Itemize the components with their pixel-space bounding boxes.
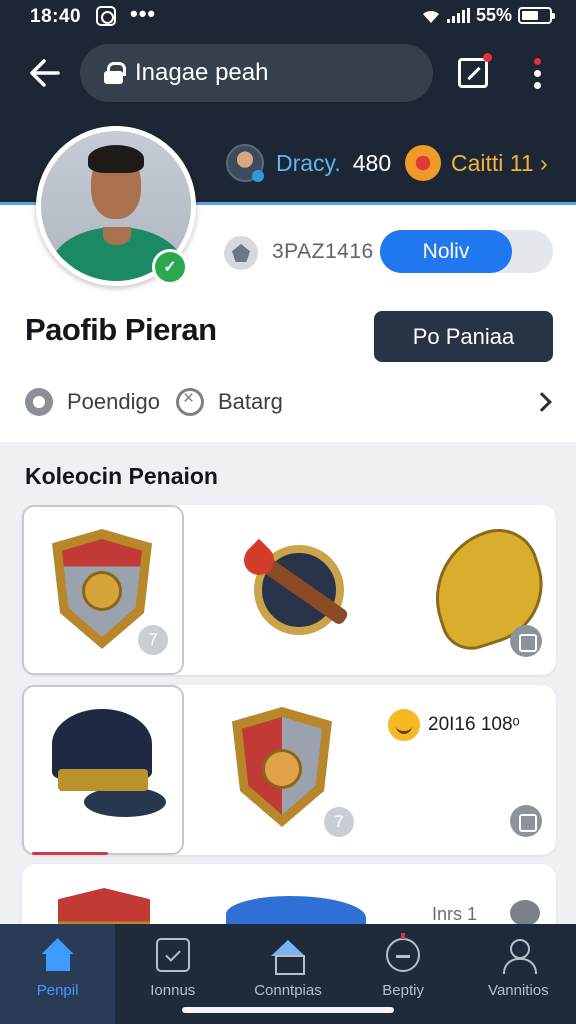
collection-item-crest[interactable]: 7 — [202, 685, 364, 855]
torch-badge-icon — [237, 525, 354, 643]
item-action-icon[interactable] — [510, 805, 542, 837]
status-bar: 18:40 ••• 55% — [0, 0, 576, 32]
url-text: Inagae peah — [135, 59, 269, 86]
chevron-right-icon[interactable] — [532, 392, 552, 412]
cap-icon — [44, 709, 166, 823]
signal-icon — [446, 8, 470, 23]
reward-info: 20I16 108ᵒ — [388, 709, 520, 741]
item-progress — [32, 852, 108, 855]
status-indicators: 55% — [421, 5, 555, 26]
status-time: 18:40 — [30, 6, 82, 27]
info-team: Batarg — [217, 389, 283, 414]
nav-item-profile[interactable]: Penpil — [0, 924, 116, 1024]
collection-item-torch-badge[interactable] — [202, 505, 364, 675]
nav-item-account[interactable]: Vannitios — [461, 924, 576, 1024]
app-notification-icon — [96, 6, 116, 26]
status-toggle[interactable]: Noliv — [380, 230, 553, 273]
stat-name: Caitti 11 › — [451, 149, 548, 176]
smile-icon — [388, 709, 420, 741]
tasks-icon — [155, 938, 190, 972]
count-badge: 7 — [138, 625, 168, 655]
nav-label: Penpil — [36, 982, 79, 999]
edit-icon[interactable] — [458, 53, 492, 88]
profile-info-row[interactable]: Poendigo Batarg — [25, 385, 555, 419]
coin-icon — [405, 145, 441, 181]
battery-percent: 55% — [475, 5, 512, 25]
home-icon — [41, 938, 75, 972]
count-badge: 7 — [324, 807, 354, 837]
reward-text: 20I16 108ᵒ — [428, 714, 520, 735]
info-position: Poendigo — [67, 389, 160, 414]
crest-shield-icon — [232, 707, 332, 827]
gear-icon — [25, 388, 53, 416]
more-menu-icon[interactable] — [530, 58, 546, 90]
battery-icon — [518, 7, 555, 24]
user-icon — [501, 938, 538, 974]
stat-chip-coins[interactable]: Caitti 11 › — [405, 145, 548, 181]
collection-row: 7 — [22, 505, 559, 675]
shop-icon — [271, 938, 305, 975]
crest-icon — [224, 236, 258, 270]
wifi-icon — [422, 10, 439, 23]
nav-label: Beptiy — [382, 982, 424, 999]
profile-name: Paofib Pieran — [25, 312, 217, 347]
item-action-icon[interactable] — [510, 900, 540, 926]
collection-item-gold-glove[interactable] — [382, 505, 559, 675]
home-indicator[interactable] — [182, 1007, 394, 1013]
notification-dot — [483, 53, 492, 62]
mini-avatar — [226, 144, 264, 182]
collection-item-cap[interactable] — [22, 685, 184, 855]
lock-icon — [104, 62, 126, 84]
collection-item-shield[interactable]: 7 — [22, 505, 184, 675]
ball-icon — [175, 388, 204, 416]
nav-label: Vannitios — [488, 982, 549, 999]
player-code: 3PAZ1416 — [272, 240, 374, 263]
partial-text: Inrs 1 — [432, 904, 478, 924]
verified-badge: ✓ — [152, 249, 188, 285]
section-title: Koleocin Penaion — [25, 463, 218, 489]
nav-label: Conntpias — [254, 982, 322, 999]
toggle-label: Noliv — [380, 230, 512, 273]
item-action-icon[interactable] — [510, 625, 542, 657]
stat-value: 480 — [352, 149, 392, 176]
url-bar[interactable]: Inagae peah — [80, 44, 433, 102]
stat-name: Dracy. — [276, 149, 341, 176]
nav-label: Ionnus — [150, 982, 196, 999]
status-more-icon: ••• — [130, 1, 157, 26]
clock-icon — [386, 933, 421, 972]
stat-chip-followers[interactable]: Dracy. 480 — [226, 144, 391, 182]
back-arrow-icon[interactable] — [26, 55, 62, 91]
profile-action-button[interactable]: Po Paniaa — [374, 311, 553, 362]
shield-icon — [52, 529, 152, 649]
